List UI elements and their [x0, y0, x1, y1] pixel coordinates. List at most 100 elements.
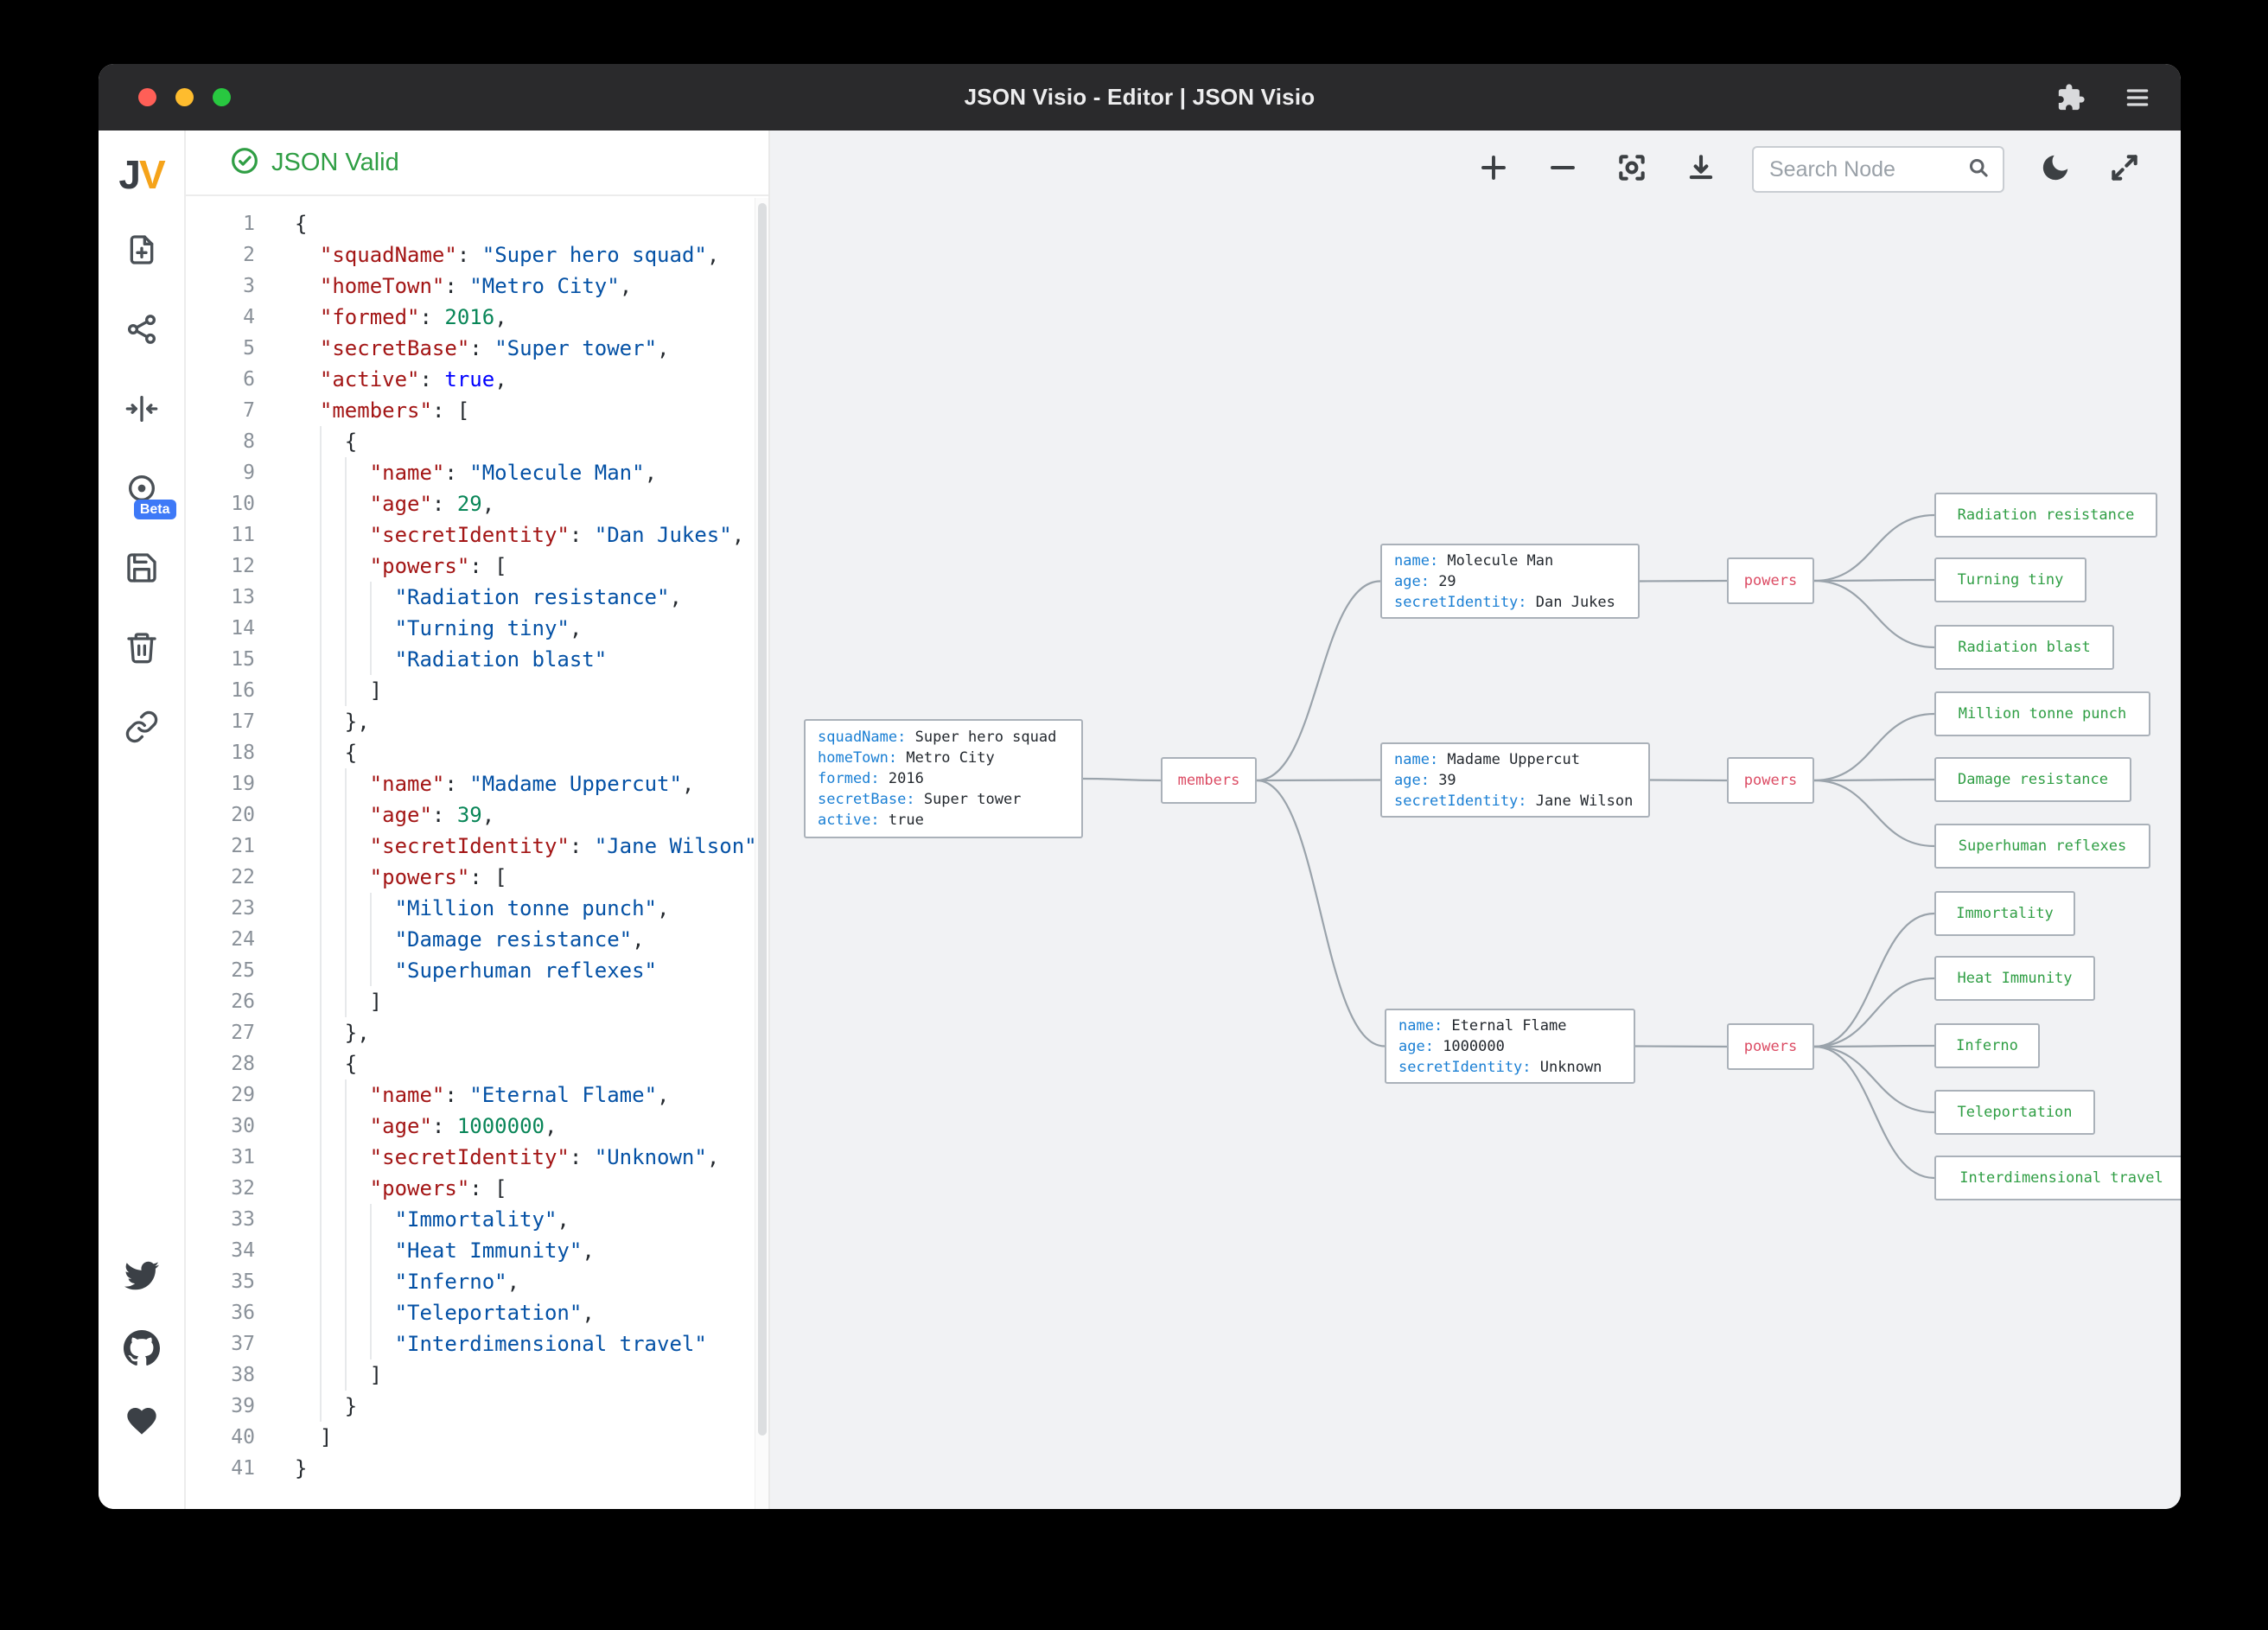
- app-logo[interactable]: JV: [118, 151, 163, 198]
- code-line[interactable]: 16]: [186, 675, 768, 706]
- code-line[interactable]: 35"Inferno",: [186, 1266, 768, 1297]
- graph-canvas[interactable]: squadName: Super hero squadhomeTown: Met…: [770, 131, 2181, 1509]
- line-number: 11: [186, 519, 255, 551]
- code-line[interactable]: 8{: [186, 426, 768, 457]
- code-line[interactable]: 33"Immortality",: [186, 1204, 768, 1235]
- graph-edge: [1814, 978, 1934, 1047]
- graph-node-root[interactable]: squadName: Super hero squadhomeTown: Met…: [804, 719, 1083, 838]
- code-line[interactable]: 5"secretBase": "Super tower",: [186, 333, 768, 364]
- editor-scrollbar[interactable]: [755, 198, 768, 1509]
- code-line[interactable]: 4"formed": 2016,: [186, 302, 768, 333]
- code-line[interactable]: 15"Radiation blast": [186, 644, 768, 675]
- line-number: 7: [186, 395, 255, 426]
- code-line[interactable]: 24"Damage resistance",: [186, 924, 768, 955]
- new-document-button[interactable]: [121, 231, 162, 272]
- save-button[interactable]: [121, 549, 162, 590]
- graph-node-m2[interactable]: name: Madame Uppercutage: 39secretIdenti…: [1380, 742, 1650, 818]
- code-line[interactable]: 30"age": 1000000,: [186, 1111, 768, 1142]
- github-link[interactable]: [121, 1329, 162, 1371]
- code-line[interactable]: 14"Turning tiny",: [186, 613, 768, 644]
- zoom-in-button[interactable]: [1475, 151, 1512, 188]
- graph-node-l2[interactable]: Turning tiny: [1934, 557, 2086, 602]
- code-line[interactable]: 1{: [186, 208, 768, 239]
- line-content: "age": 29,: [295, 488, 494, 519]
- code-line[interactable]: 29"name": "Eternal Flame",: [186, 1079, 768, 1111]
- code-line[interactable]: 32"powers": [: [186, 1173, 768, 1204]
- line-content: "Superhuman reflexes": [295, 955, 657, 986]
- code-line[interactable]: 31"secretIdentity": "Unknown",: [186, 1142, 768, 1173]
- code-line[interactable]: 36"Teleportation",: [186, 1297, 768, 1328]
- code-line[interactable]: 2"squadName": "Super hero squad",: [186, 239, 768, 271]
- graph-node-l7[interactable]: Immortality: [1934, 891, 2075, 936]
- plus-icon: [1478, 152, 1509, 188]
- graph-view-button[interactable]: [121, 310, 162, 352]
- code-line[interactable]: 7"members": [: [186, 395, 768, 426]
- graph-node-l1[interactable]: Radiation resistance: [1934, 493, 2157, 538]
- code-line[interactable]: 40]: [186, 1422, 768, 1453]
- zoom-out-button[interactable]: [1545, 151, 1581, 188]
- code-line[interactable]: 21"secretIdentity": "Jane Wilson",: [186, 831, 768, 862]
- graph-node-m3[interactable]: name: Eternal Flameage: 1000000secretIde…: [1385, 1009, 1635, 1084]
- center-view-button[interactable]: [1614, 151, 1650, 188]
- code-line[interactable]: 38]: [186, 1359, 768, 1391]
- line-content: "Radiation blast": [295, 644, 607, 675]
- code-line[interactable]: 37"Interdimensional travel": [186, 1328, 768, 1359]
- graph-node-m1[interactable]: name: Molecule Manage: 29secretIdentity:…: [1380, 544, 1640, 619]
- share-link-button[interactable]: [121, 708, 162, 749]
- line-content: "Heat Immunity",: [295, 1235, 595, 1266]
- code-line[interactable]: 6"active": true,: [186, 364, 768, 395]
- code-line[interactable]: 27},: [186, 1017, 768, 1048]
- code-line[interactable]: 9"name": "Molecule Man",: [186, 457, 768, 488]
- code-line[interactable]: 23"Million tonne punch",: [186, 893, 768, 924]
- sponsor-link[interactable]: [121, 1402, 162, 1443]
- graph-node-p2[interactable]: powers: [1727, 757, 1814, 804]
- code-line[interactable]: 22"powers": [: [186, 862, 768, 893]
- code-line[interactable]: 25"Superhuman reflexes": [186, 955, 768, 986]
- line-content: ]: [295, 986, 382, 1017]
- code-editor[interactable]: 1{2"squadName": "Super hero squad",3"hom…: [186, 196, 768, 1509]
- code-line[interactable]: 3"homeTown": "Metro City",: [186, 271, 768, 302]
- code-line[interactable]: 12"powers": [: [186, 551, 768, 582]
- graph-node-l9[interactable]: Inferno: [1934, 1023, 2040, 1068]
- graph-node-l4[interactable]: Million tonne punch: [1934, 691, 2150, 736]
- line-number: 20: [186, 799, 255, 831]
- code-line[interactable]: 13"Radiation resistance",: [186, 582, 768, 613]
- graph-node-l6[interactable]: Superhuman reflexes: [1934, 824, 2150, 869]
- code-line[interactable]: 34"Heat Immunity",: [186, 1235, 768, 1266]
- graph-node-l3[interactable]: Radiation blast: [1934, 625, 2114, 670]
- graph-node-members[interactable]: members: [1161, 757, 1257, 804]
- line-content: "secretIdentity": "Jane Wilson",: [295, 831, 768, 862]
- graph-node-l11[interactable]: Interdimensional travel: [1934, 1156, 2181, 1200]
- code-line[interactable]: 17},: [186, 706, 768, 737]
- search-input[interactable]: [1769, 157, 1966, 182]
- code-line[interactable]: 19"name": "Madame Uppercut",: [186, 768, 768, 799]
- editor-scrollbar-thumb[interactable]: [758, 203, 767, 1436]
- graph-node-l10[interactable]: Teleportation: [1934, 1090, 2095, 1135]
- code-line[interactable]: 18{: [186, 737, 768, 768]
- app-window: JSON Visio - Editor | JSON Visio JV: [99, 64, 2181, 1509]
- graph-edge: [1814, 714, 1934, 780]
- line-content: "Interdimensional travel": [295, 1328, 707, 1359]
- code-line[interactable]: 20"age": 39,: [186, 799, 768, 831]
- line-number: 10: [186, 488, 255, 519]
- code-line[interactable]: 10 "age": 29,: [186, 488, 768, 519]
- menu-icon[interactable]: [2124, 84, 2151, 111]
- code-line[interactable]: 28{: [186, 1048, 768, 1079]
- twitter-link[interactable]: [121, 1257, 162, 1298]
- extensions-icon[interactable]: [2056, 83, 2086, 112]
- delete-button[interactable]: [121, 628, 162, 670]
- code-line[interactable]: 39}: [186, 1391, 768, 1422]
- fold-editor-button[interactable]: [121, 390, 162, 431]
- dark-mode-toggle[interactable]: [2037, 151, 2074, 188]
- titlebar: JSON Visio - Editor | JSON Visio: [99, 64, 2181, 131]
- code-line[interactable]: 41}: [186, 1453, 768, 1484]
- graph-node-p1[interactable]: powers: [1727, 557, 1814, 604]
- download-image-button[interactable]: [1683, 151, 1719, 188]
- graph-node-l8[interactable]: Heat Immunity: [1934, 956, 2095, 1001]
- live-preview-button[interactable]: Beta: [121, 469, 162, 511]
- code-line[interactable]: 11"secretIdentity": "Dan Jukes",: [186, 519, 768, 551]
- graph-node-p3[interactable]: powers: [1727, 1023, 1814, 1070]
- graph-node-l5[interactable]: Damage resistance: [1934, 757, 2131, 802]
- fullscreen-button[interactable]: [2106, 151, 2143, 188]
- code-line[interactable]: 26]: [186, 986, 768, 1017]
